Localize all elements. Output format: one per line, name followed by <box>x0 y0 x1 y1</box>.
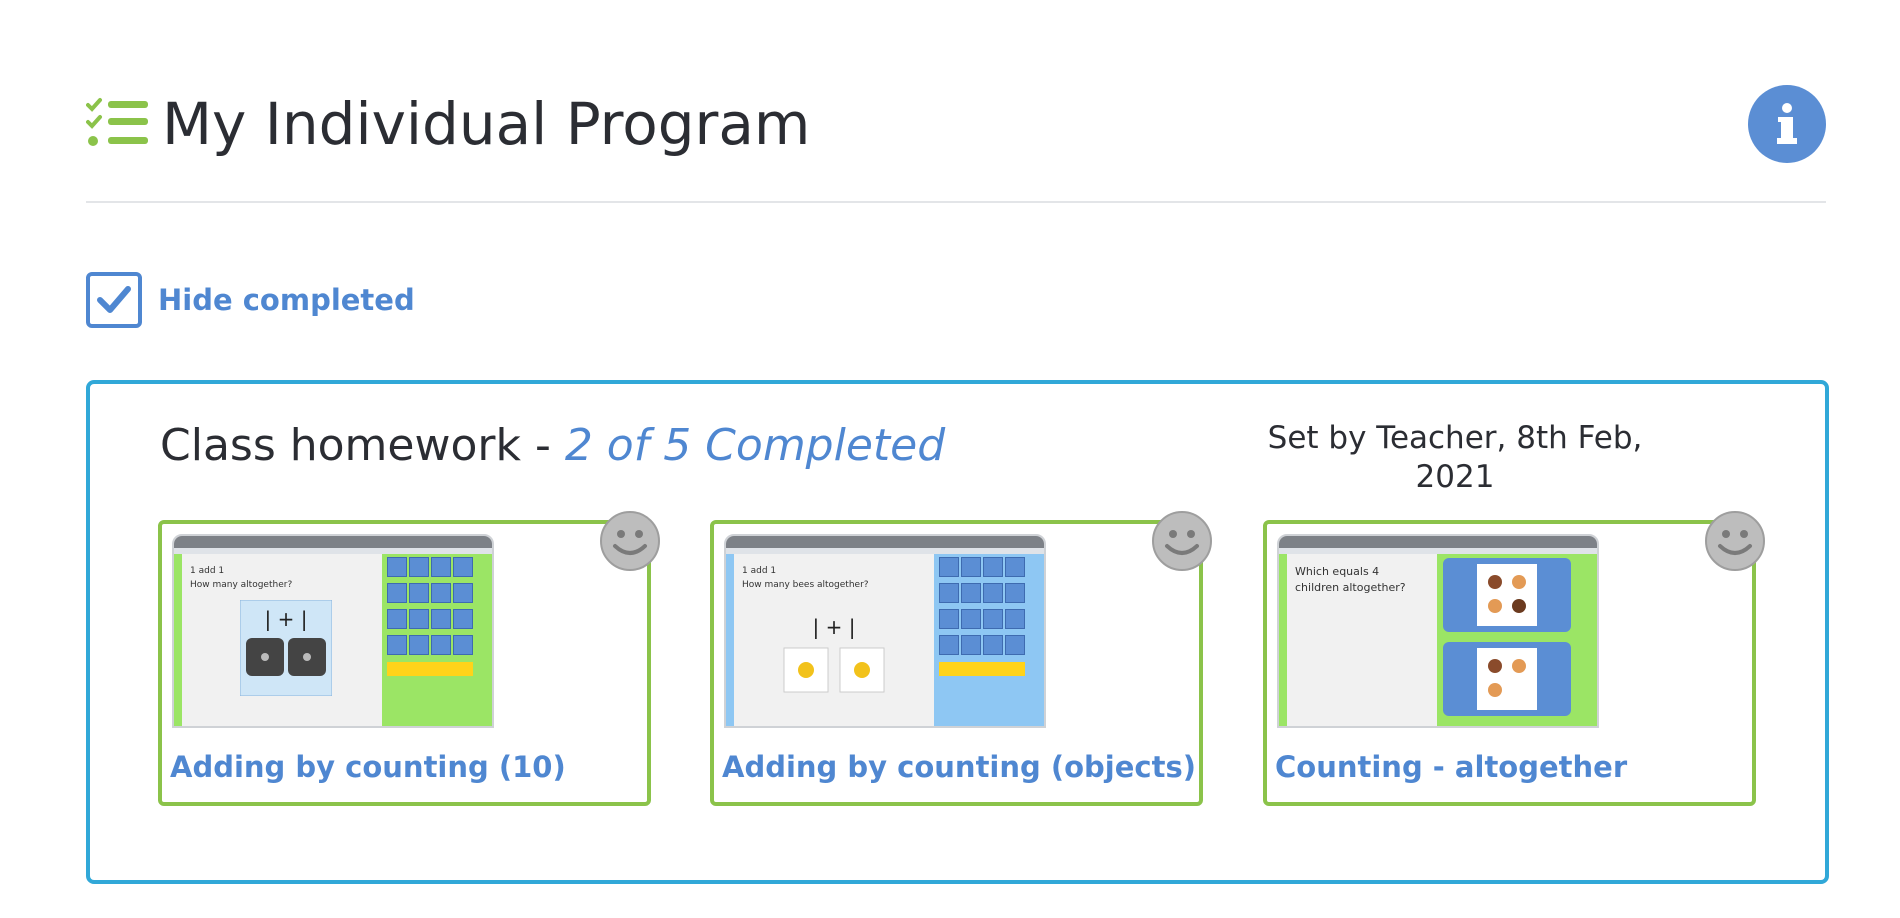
activity-card[interactable]: Which equals 4 children altogether? Coun… <box>1263 511 1765 806</box>
page-header: My Individual Program <box>86 85 1826 163</box>
info-button[interactable] <box>1748 85 1826 163</box>
thumb-question-2: How many bees altogether? <box>742 580 869 590</box>
activity-card[interactable]: 1 add 1 How many altogether? | + | Adding… <box>158 511 660 806</box>
thumb-question: 1 add 1 <box>742 566 777 576</box>
homework-progress: 2 of 5 Completed <box>564 420 946 471</box>
homework-title-prefix: Class homework - <box>160 420 565 471</box>
thumb-question: Which equals 4 <box>1295 565 1380 578</box>
homework-set-by: Set by Teacher, 8th Feb, 2021 <box>1267 420 1643 495</box>
thumb-question-2: children altogether? <box>1295 581 1406 594</box>
activity-title[interactable]: Adding by counting (10) <box>170 750 566 784</box>
hide-completed-checkbox[interactable] <box>86 271 142 328</box>
activity-title[interactable]: Counting - altogether <box>1275 750 1627 784</box>
activity-thumbnail: 1 add 1 How many altogether? | + | <box>172 534 494 728</box>
smiley-icon <box>1705 511 1765 571</box>
checklist-icon <box>86 98 148 146</box>
checkmark-icon <box>97 285 131 313</box>
hide-completed-toggle[interactable]: Hide completed <box>86 271 415 328</box>
header-divider <box>86 201 1826 203</box>
activity-thumbnail: Which equals 4 children altogether? <box>1277 534 1599 728</box>
hide-completed-label[interactable]: Hide completed <box>158 283 415 317</box>
thumb-question: 1 add 1 <box>190 566 225 576</box>
activity-title[interactable]: Adding by counting (objects) <box>722 750 1196 784</box>
homework-panel: Class homework - 2 of 5 Completed Set by… <box>86 380 1829 884</box>
thumb-question-2: How many altogether? <box>190 580 293 590</box>
svg-text:| + |: | + | <box>813 615 856 639</box>
info-icon <box>1777 103 1797 144</box>
page-title: My Individual Program <box>162 90 811 158</box>
smiley-icon <box>1152 511 1212 571</box>
svg-text:| + |: | + | <box>265 607 308 631</box>
activity-card[interactable]: 1 add 1 How many bees altogether? | + | A… <box>710 511 1212 806</box>
activity-thumbnail: 1 add 1 How many bees altogether? | + | <box>724 534 1046 728</box>
homework-title: Class homework - 2 of 5 Completed <box>160 420 945 471</box>
smiley-icon <box>600 511 660 571</box>
